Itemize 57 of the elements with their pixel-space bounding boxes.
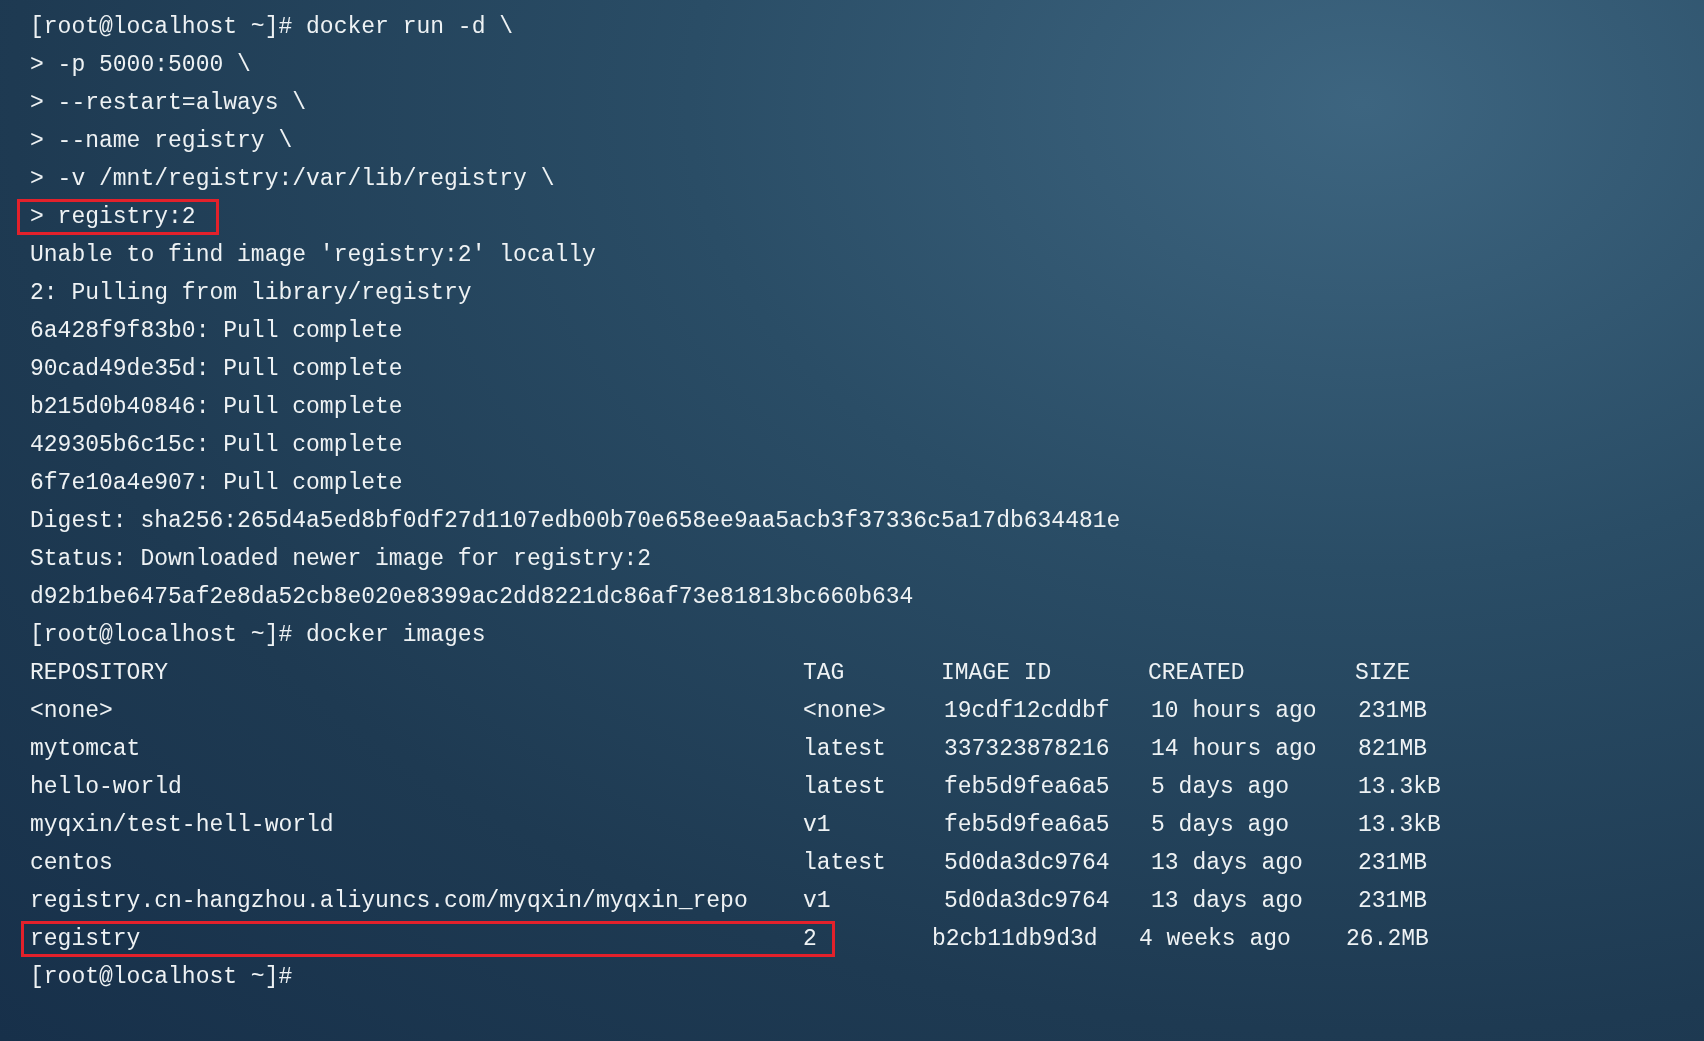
table-cell-text: registry.cn-hangzhou.aliyuncs.com/myqxin/myqxin_repo (30, 887, 749, 916)
table-cell-text: b2cb11db9d3d (931, 925, 1099, 954)
table-cell-text: 231MB (1358, 887, 1428, 916)
terminal-line: > -p 5000:5000 \ (29, 51, 252, 80)
column-header: CREATED (1147, 659, 1246, 688)
table-cell-text: centos (30, 849, 114, 878)
table-cell-text: registry (30, 925, 142, 954)
terminal-line: d92b1be6475af2e8da52cb8e020e8399ac2dd8221dc86af73e81813bc660b634 (29, 583, 915, 612)
table-cell-text: 13.3kB (1358, 773, 1442, 802)
table-cell-text: 10 hours ago (1150, 697, 1318, 726)
terminal-line: 429305b6c15c: Pull complete (29, 431, 404, 460)
table-cell-text: 231MB (1358, 849, 1428, 878)
terminal-line: Unable to find image 'registry:2' locally (29, 241, 597, 270)
table-cell-text: <none> (30, 697, 114, 726)
table-cell-text: 337323878216 (943, 735, 1111, 764)
column-header: TAG (802, 659, 846, 688)
table-cell-text: 13.3kB (1358, 811, 1442, 840)
table-cell-text: feb5d9fea6a5 (943, 811, 1111, 840)
table-cell-text: latest (802, 773, 887, 802)
terminal-line: > --name registry \ (29, 127, 294, 156)
terminal-line: b215d0b40846: Pull complete (29, 393, 404, 422)
table-cell-text: 5d0da3dc9764 (943, 887, 1111, 916)
table-cell-text: 231MB (1358, 697, 1428, 726)
table-cell-text: 2 (802, 925, 817, 954)
table-cell-text: v1 (802, 811, 832, 840)
table-cell-text: 19cdf12cddbf (943, 697, 1111, 726)
table-cell-text: 5 days ago (1150, 811, 1290, 840)
table-cell-text: latest (802, 849, 887, 878)
terminal-line: 6f7e10a4e907: Pull complete (29, 469, 404, 498)
table-cell-text: 821MB (1358, 735, 1428, 764)
table-cell-text: mytomcat (30, 735, 142, 764)
table-cell-text: 13 days ago (1150, 887, 1304, 916)
terminal-line: [root@localhost ~]# docker run -d \ (29, 13, 515, 42)
table-cell-text: hello-world (30, 773, 183, 802)
terminal-line: Digest: sha256:265d4a5ed8bf0df27d1107edb00b70e658ee9aa5acb3f37336c5a17db634481e (29, 507, 1122, 536)
table-cell-text: 5d0da3dc9764 (943, 849, 1111, 878)
terminal-line: 90cad49de35d: Pull complete (29, 355, 404, 384)
table-cell-text: 13 days ago (1150, 849, 1304, 878)
table-cell-text: 14 hours ago (1150, 735, 1318, 764)
terminal-line: 6a428f9f83b0: Pull complete (29, 317, 404, 346)
table-cell-text: myqxin/test-hell-world (30, 811, 335, 840)
terminal-prompt: [root@localhost ~]# (29, 963, 294, 992)
column-header: REPOSITORY (30, 659, 170, 688)
table-cell-text: 5 days ago (1150, 773, 1290, 802)
terminal-line: 2: Pulling from library/registry (29, 279, 473, 308)
table-cell-text: <none> (802, 697, 887, 726)
table-cell-text: v1 (802, 887, 832, 916)
table-cell-text: feb5d9fea6a5 (943, 773, 1111, 802)
table-cell-text: latest (802, 735, 887, 764)
terminal-line: [root@localhost ~]# docker images (29, 621, 487, 650)
terminal-line: > --restart=always \ (29, 89, 308, 118)
table-cell-text: 26.2MB (1346, 925, 1430, 954)
table-cell-text: 4 weeks ago (1138, 925, 1292, 954)
terminal-line: > -v /mnt/registry:/var/lib/registry \ (29, 165, 556, 194)
column-header: SIZE (1355, 659, 1412, 688)
column-header: IMAGE ID (940, 659, 1053, 688)
terminal-line: Status: Downloaded newer image for registry:2 (29, 545, 653, 574)
